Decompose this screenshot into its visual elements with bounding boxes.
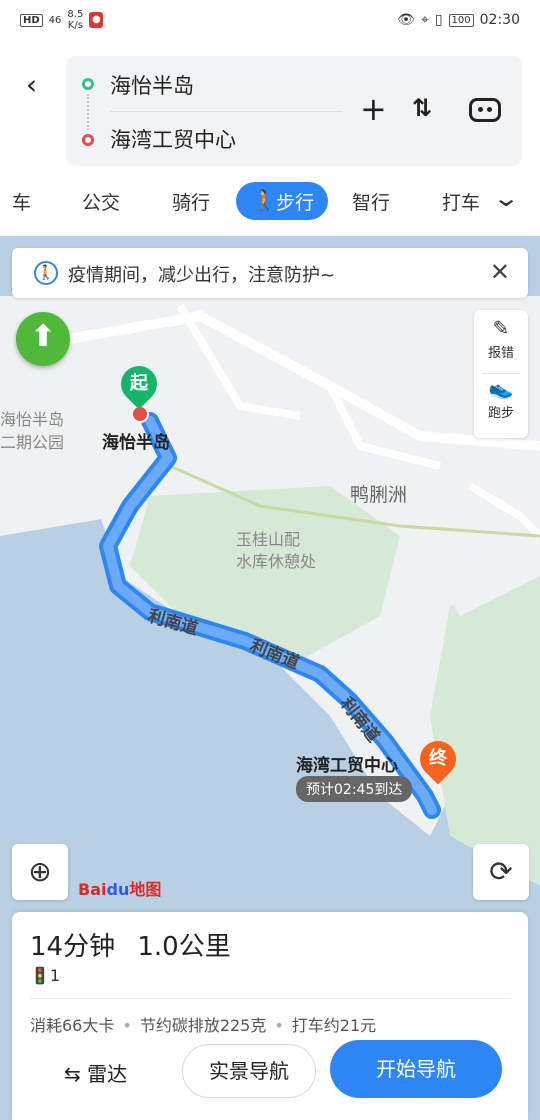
poi-label: 二期公园 [0,433,65,452]
refresh-icon: ⟳ [489,855,513,888]
divider [482,373,520,374]
divider [30,998,510,999]
refresh-button[interactable]: ⟳ [473,844,529,900]
route-summary: 14分钟 1.0公里 [30,926,245,963]
report-button[interactable]: ✎ 报错 [474,316,528,361]
start-point-field[interactable]: 海怡半岛 [110,70,194,100]
ar-navigation-button[interactable]: 实景导航 [182,1044,316,1098]
walking-icon: 🚶 [252,188,277,212]
close-icon[interactable]: ✕ [490,258,510,286]
duration: 14分钟 [30,932,116,962]
start-pin-icon[interactable]: 起 [113,358,165,410]
tab-smart[interactable]: 智行 [352,188,390,215]
shoe-icon: 👟 [488,376,514,400]
back-arrow-icon[interactable]: ‹ [26,68,37,101]
start-navigation-button[interactable]: 开始导航 [330,1040,502,1098]
divider [110,111,342,112]
notice-banner[interactable]: 🚶 疫情期间，减少出行，注意防护~ ✕ [12,248,528,298]
eta-badge: 预计02:45到达 [296,776,413,802]
traffic-light-count: 🚦1 [30,966,61,985]
traffic-light-icon: 🚦 [30,966,50,985]
mic-icon: ● [89,12,104,28]
chevron-down-icon[interactable]: ⌄ [492,184,520,212]
tab-transit[interactable]: 公交 [82,188,120,215]
location-icon: ⌖ [420,12,429,28]
map-side-tools: ✎ 报错 👟 跑步 [474,310,528,438]
network-speed: 8.5 K/s [67,9,84,31]
clock: 02:30 [479,12,520,28]
signal-icon: 46 [48,14,62,26]
more-options-icon[interactable] [469,98,501,122]
run-button[interactable]: 👟 跑步 [474,376,528,421]
distance: 1.0公里 [137,932,231,962]
locate-button[interactable]: ⊕ [12,844,68,900]
edit-icon: ✎ [492,316,510,340]
tab-car[interactable]: 车 [12,188,31,215]
end-dot-icon [82,134,94,146]
route-header: ‹ 海怡半岛 海湾工贸中心 + ⇅ 车 公交 骑行 🚶 步行 智行 打车 ⌄ [0,40,540,236]
vibrate-icon: ▯ [434,12,443,28]
route-summary-card[interactable]: 14分钟 1.0公里 🚦1 消耗66大卡 • 节约碳排放225克 • 打车约21元 ⇆ … [12,912,528,1120]
poi-label: 水库休憩处 [236,552,317,571]
status-bar: HD 46 8.5 K/s ● 👁 ⌖ ▯ 100 02:30 [0,0,540,40]
add-waypoint-icon[interactable]: + [360,93,387,125]
radar-button[interactable]: ⇆ 雷达 [64,1058,127,1087]
end-location-label: 海湾工贸中心 [296,756,398,776]
route-input-box: 海怡半岛 海湾工贸中心 + ⇅ [66,56,522,166]
eye-icon: 👁 [397,12,415,28]
swap-route-icon[interactable]: ⇅ [412,94,432,122]
battery-icon: 100 [448,13,474,27]
end-pin-icon[interactable]: 终 [412,733,464,785]
travel-mode-tabs: 车 公交 骑行 🚶 步行 智行 打车 ⌄ [0,180,540,224]
route-stats: 消耗66大卡 • 节约碳排放225克 • 打车约21元 [30,1016,377,1035]
direction-up-button[interactable]: ⬆ [16,312,70,366]
tab-taxi[interactable]: 打车 [442,188,480,215]
walking-person-icon: 🚶 [34,261,58,285]
poi-label: 玉桂山配 [236,530,301,549]
baidu-map-logo: Baidu地图 [78,880,162,899]
route-connector [87,94,89,130]
tab-walk[interactable]: 🚶 步行 [236,182,329,220]
poi-label: 海怡半岛 [0,410,65,429]
radar-icon: ⇆ [64,1062,81,1086]
island-label: 鸭脷洲 [350,484,408,506]
start-location-label: 海怡半岛 [102,433,170,453]
notice-text: 疫情期间，减少出行，注意防护~ [68,265,336,286]
hd-icon: HD [20,13,43,27]
start-dot-icon [82,78,94,90]
crosshair-icon: ⊕ [28,855,52,888]
tab-bike[interactable]: 骑行 [172,188,210,215]
end-point-field[interactable]: 海湾工贸中心 [110,124,236,154]
